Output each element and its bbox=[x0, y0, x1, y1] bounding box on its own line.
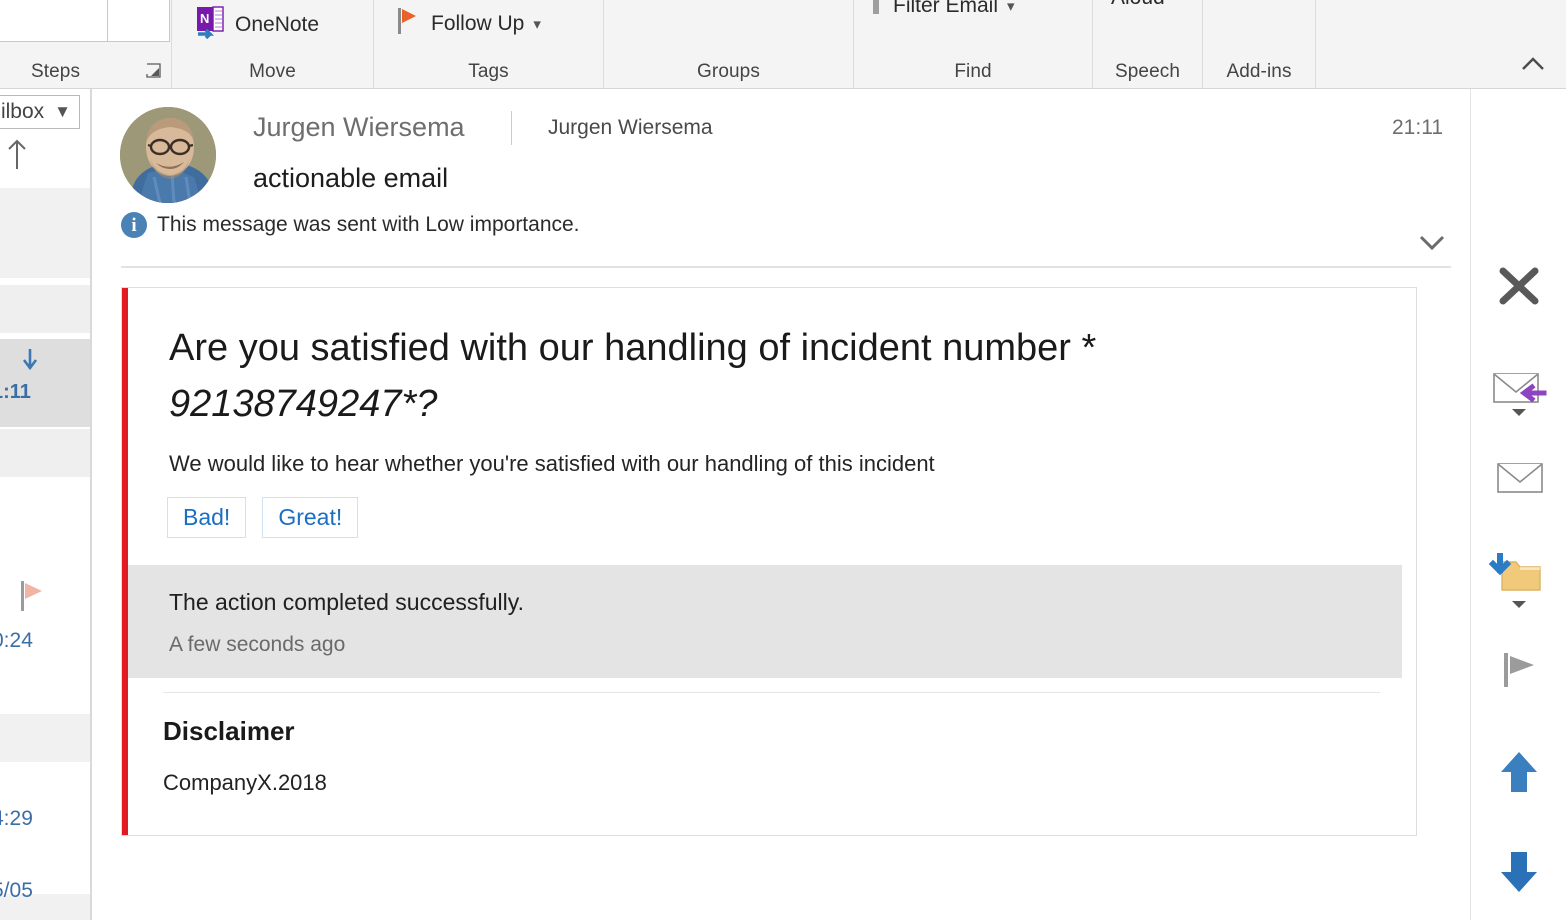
flag-icon[interactable] bbox=[1481, 639, 1557, 701]
avatar[interactable] bbox=[120, 107, 216, 203]
ribbon-group-addins: Add-ins bbox=[1203, 0, 1316, 88]
disclaimer-body: CompanyX.2018 bbox=[163, 770, 327, 795]
page-title: actionable email bbox=[253, 163, 449, 193]
ribbon-group-label-groups: Groups bbox=[697, 61, 760, 82]
filter-icon bbox=[868, 0, 884, 24]
ribbon-group-find: Filter Email ▾ Find bbox=[854, 0, 1093, 88]
envelope-icon[interactable] bbox=[1481, 447, 1557, 509]
card-title-prefix: Are you satisfied with our handling of i… bbox=[169, 327, 1097, 369]
reply-options-caret-icon[interactable] bbox=[1505, 405, 1533, 419]
list-item-selected[interactable]: 1:11 bbox=[0, 339, 92, 427]
chevron-up-icon[interactable] bbox=[1518, 50, 1548, 80]
filter-email-button[interactable]: Filter Email ▾ bbox=[868, 0, 1015, 24]
card-title: Are you satisfied with our handling of i… bbox=[169, 321, 1349, 433]
sort-arrow-up-icon[interactable] bbox=[4, 137, 30, 171]
chevron-down-icon[interactable]: ▾ bbox=[533, 15, 541, 33]
message-timestamp: 21:11 bbox=[1392, 116, 1443, 139]
list-item[interactable] bbox=[0, 285, 92, 333]
onenote-icon: N bbox=[194, 5, 226, 45]
delete-icon[interactable] bbox=[1481, 255, 1557, 317]
header-divider bbox=[511, 111, 512, 145]
list-item-time: 1:11 bbox=[0, 381, 31, 403]
card-separator bbox=[163, 692, 1380, 693]
flag-icon bbox=[18, 581, 46, 620]
importance-notice-text: This message was sent with Low importanc… bbox=[157, 213, 580, 236]
card-subtitle: We would like to hear whether you're sat… bbox=[169, 451, 935, 476]
dialog-launcher-icon[interactable] bbox=[146, 63, 162, 79]
chevron-down-icon: ▼ bbox=[54, 102, 71, 121]
ribbon-group-move: N OneNote Move bbox=[172, 0, 374, 88]
ribbon-group-tags: Follow Up ▾ Tags bbox=[374, 0, 604, 88]
svg-text:N: N bbox=[200, 11, 209, 26]
status-banner: The action completed successfully. A few… bbox=[128, 565, 1402, 678]
status-message: The action completed successfully. bbox=[169, 589, 524, 615]
ribbon-group-label-speech: Speech bbox=[1114, 61, 1181, 82]
flag-icon bbox=[396, 5, 422, 43]
list-item[interactable] bbox=[0, 714, 92, 762]
next-item-icon[interactable] bbox=[1481, 841, 1557, 903]
ribbon-group-groups: Groups bbox=[604, 0, 854, 88]
list-item[interactable]: 4:29 bbox=[0, 807, 92, 847]
header-separator bbox=[121, 266, 1451, 268]
ribbon-group-label-find: Find bbox=[954, 61, 992, 82]
onenote-button[interactable]: N OneNote bbox=[194, 5, 319, 45]
card-title-emphasis: 92138749247*? bbox=[169, 382, 438, 425]
message-actions-toolbar bbox=[1471, 89, 1566, 920]
bad-button[interactable]: Bad! bbox=[167, 497, 247, 538]
filter-email-label: Filter Email bbox=[893, 0, 999, 17]
disclaimer-heading: Disclaimer bbox=[163, 716, 295, 746]
previous-item-icon[interactable] bbox=[1481, 741, 1557, 803]
outlook-window: Steps N OneNote Move Follow Up ▾ Tags Gr… bbox=[0, 0, 1566, 920]
ribbon-group-steps: Steps bbox=[0, 0, 172, 88]
ribbon-group-label-move: Move bbox=[249, 61, 296, 82]
recipient-name[interactable]: Jurgen Wiersema bbox=[548, 116, 713, 140]
chevron-down-icon[interactable]: ▾ bbox=[1007, 0, 1015, 15]
chevron-down-icon[interactable] bbox=[1417, 229, 1447, 255]
download-arrow-icon bbox=[20, 347, 40, 378]
list-item-time: 0:24 bbox=[0, 629, 33, 652]
actionable-message-card: Are you satisfied with our handling of i… bbox=[121, 287, 1417, 836]
list-item-time: 4:29 bbox=[0, 807, 33, 830]
list-item-time: 5/05 bbox=[0, 879, 33, 902]
follow-up-button[interactable]: Follow Up ▾ bbox=[396, 5, 541, 43]
read-aloud-button[interactable]: Aloud bbox=[1111, 0, 1165, 10]
move-options-caret-icon[interactable] bbox=[1505, 597, 1533, 611]
info-icon: i bbox=[121, 212, 147, 238]
read-aloud-label: Aloud bbox=[1111, 0, 1165, 10]
card-accent-bar bbox=[122, 288, 128, 835]
card-action-buttons: Bad! Great! bbox=[167, 497, 359, 538]
ribbon-group-speech: Aloud Speech bbox=[1093, 0, 1203, 88]
ribbon-group-label-tags: Tags bbox=[468, 61, 509, 82]
mailbox-filter-label: ilbox bbox=[0, 100, 45, 123]
mailbox-filter-dropdown[interactable]: ilbox ▼ bbox=[0, 95, 80, 129]
list-item[interactable] bbox=[0, 188, 92, 278]
reading-pane: Jurgen Wiersema Jurgen Wiersema actionab… bbox=[93, 89, 1471, 920]
list-item[interactable] bbox=[0, 429, 92, 477]
status-timestamp: A few seconds ago bbox=[169, 633, 346, 656]
ribbon-group-label-addins: Add-ins bbox=[1226, 61, 1292, 82]
onenote-label: OneNote bbox=[235, 13, 320, 36]
follow-up-label: Follow Up bbox=[431, 12, 525, 35]
great-button[interactable]: Great! bbox=[262, 497, 359, 538]
list-item[interactable]: 0:24 bbox=[0, 581, 92, 661]
ribbon: Steps N OneNote Move Follow Up ▾ Tags Gr… bbox=[0, 0, 1566, 89]
importance-notice: i This message was sent with Low importa… bbox=[121, 212, 580, 238]
pane-divider[interactable] bbox=[90, 89, 92, 920]
list-item[interactable]: 5/05 bbox=[0, 879, 92, 919]
message-list-pane[interactable]: ilbox ▼ 1:11 bbox=[0, 89, 92, 920]
sender-name[interactable]: Jurgen Wiersema bbox=[253, 112, 465, 143]
